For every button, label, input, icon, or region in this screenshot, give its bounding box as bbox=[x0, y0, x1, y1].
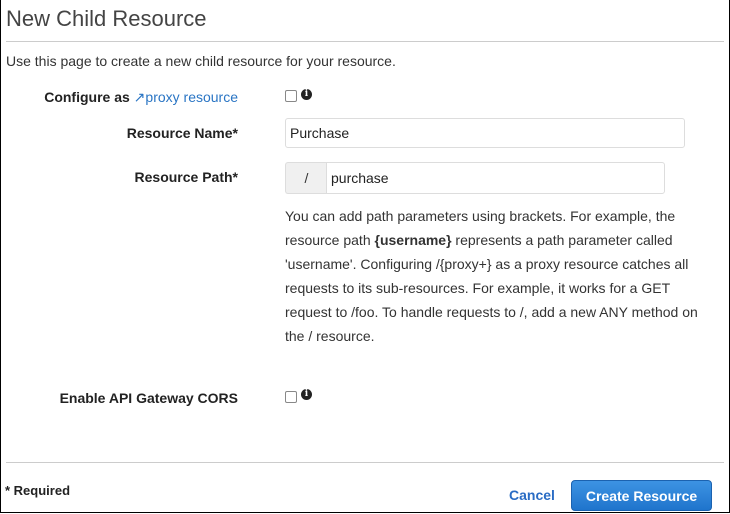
proxy-checkbox[interactable] bbox=[285, 90, 297, 102]
resource-path-label: Resource Path* bbox=[134, 169, 238, 185]
header-divider bbox=[6, 41, 724, 42]
required-note: * Required bbox=[5, 483, 71, 498]
resource-path-input[interactable]: purchase bbox=[326, 162, 665, 194]
info-icon[interactable]: i bbox=[301, 89, 312, 100]
create-resource-button[interactable]: Create Resource bbox=[571, 480, 712, 511]
footer-divider bbox=[6, 462, 724, 463]
resource-name-input[interactable]: Purchase bbox=[285, 118, 685, 148]
proxy-resource-link[interactable]: ↗proxy resource bbox=[134, 89, 238, 105]
info-icon[interactable]: i bbox=[301, 389, 312, 400]
resource-path-prefix: / bbox=[285, 162, 327, 194]
proxy-label: Configure as ↗proxy resource bbox=[44, 89, 238, 105]
path-help-text: You can add path parameters using bracke… bbox=[285, 208, 698, 344]
external-link-icon: ↗ bbox=[133, 89, 146, 105]
page-title: New Child Resource bbox=[6, 6, 207, 31]
cors-label: Enable API Gateway CORS bbox=[59, 390, 238, 406]
cancel-button[interactable]: Cancel bbox=[509, 487, 555, 503]
resource-name-label: Resource Name* bbox=[126, 125, 238, 141]
cors-checkbox[interactable] bbox=[285, 391, 297, 403]
intro-text: Use this page to create a new child reso… bbox=[6, 53, 396, 69]
